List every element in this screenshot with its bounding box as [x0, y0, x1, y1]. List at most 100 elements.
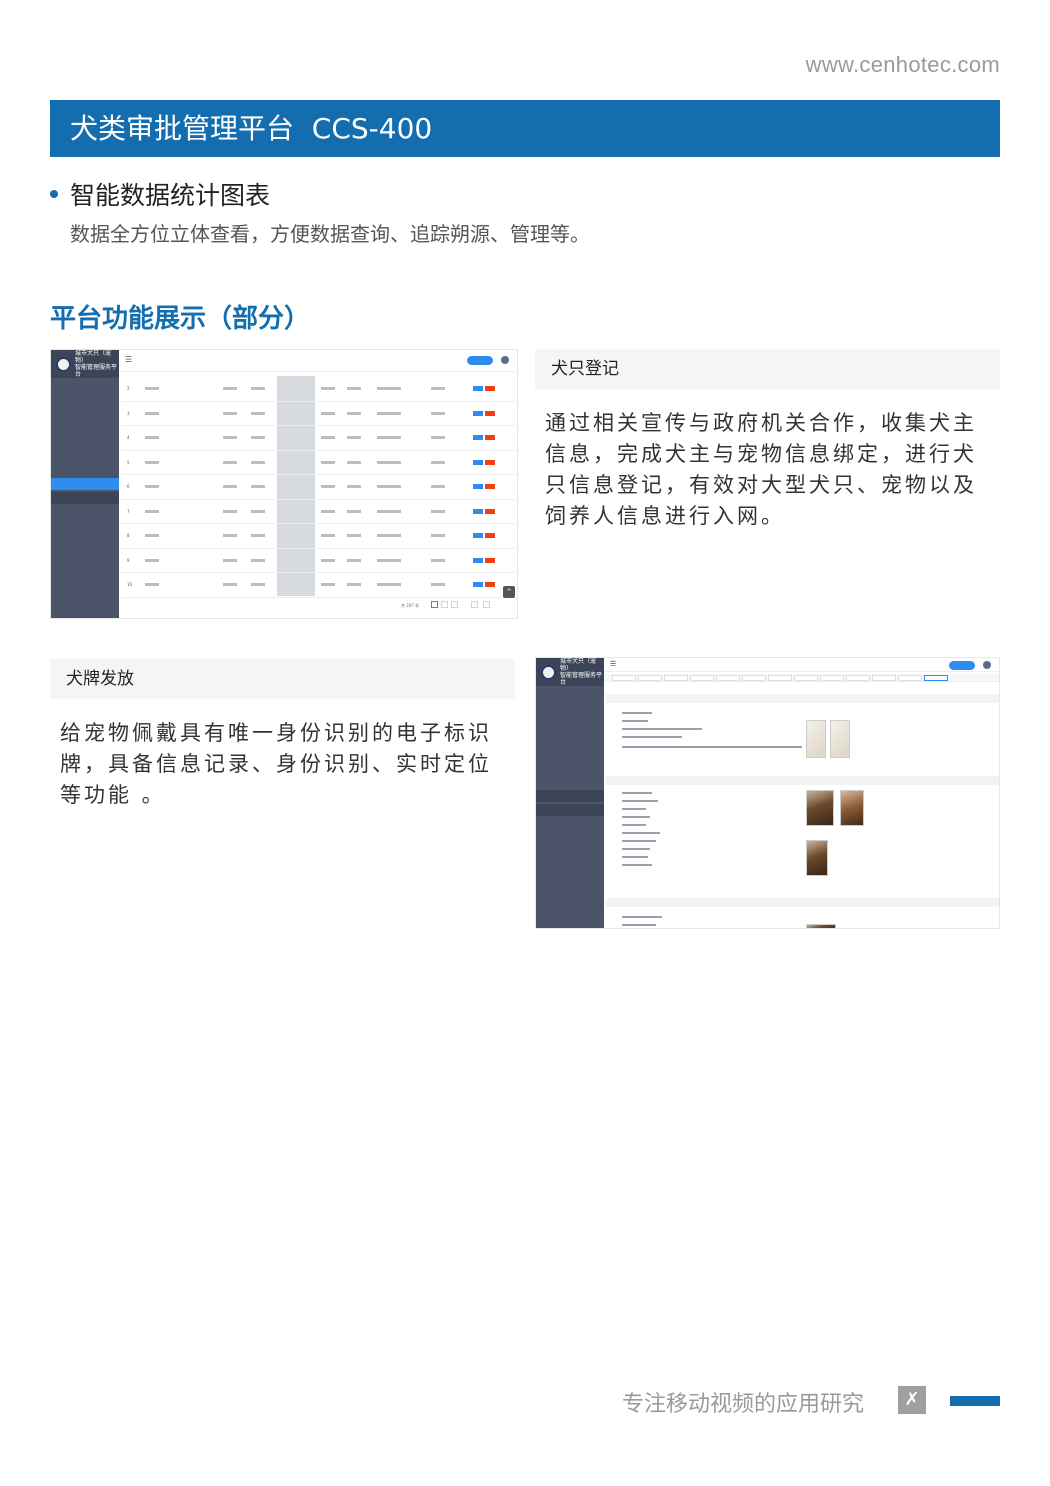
text-tag-issue: 给宠物佩戴具有唯一身份识别的电子标识牌，具备信息记录、身份识别、实时定位等功能 … [60, 721, 492, 807]
row-view-button[interactable] [473, 410, 483, 416]
sidebar-item[interactable] [536, 688, 604, 700]
logo-line-1: 城市犬只（宠物） [560, 658, 597, 672]
tab[interactable] [742, 675, 766, 681]
row-delete-button[interactable] [485, 582, 495, 587]
table-cell [145, 583, 159, 586]
table-cell [347, 558, 361, 562]
tab[interactable] [638, 675, 662, 681]
tab[interactable] [768, 675, 792, 681]
table-cell [223, 485, 237, 488]
sidebar-item[interactable] [536, 790, 604, 802]
sidebar-item[interactable] [536, 744, 604, 756]
sidebar-item[interactable] [51, 450, 119, 462]
table-cell [377, 534, 401, 537]
table-cell [145, 411, 159, 415]
screenshot-dog-detail: 城市犬只（宠物） 智能管理服务平台 ☰ [535, 657, 1000, 929]
caption-registration: 犬只登记 [535, 349, 1000, 389]
tab[interactable] [872, 675, 896, 681]
table-row-divider [121, 474, 517, 475]
sidebar-item[interactable] [51, 380, 119, 392]
tab[interactable] [820, 675, 844, 681]
row-delete-button[interactable] [485, 557, 495, 563]
pager-page[interactable] [471, 601, 478, 608]
row-delete-button[interactable] [485, 410, 495, 416]
sidebar-item[interactable] [536, 804, 604, 816]
table-cell [251, 411, 265, 415]
table-cell [431, 436, 445, 439]
tab[interactable] [898, 675, 922, 681]
top-action-button[interactable] [467, 356, 493, 365]
table-cell [223, 558, 237, 562]
sidebar-item[interactable] [51, 394, 119, 406]
top-action-button[interactable] [949, 661, 975, 670]
bullet-dot-icon [50, 190, 58, 198]
table-row-divider [121, 596, 517, 598]
table-cell [377, 436, 401, 439]
sidebar-item[interactable] [51, 408, 119, 420]
tab-current[interactable] [924, 675, 948, 681]
sidebar-item[interactable] [536, 772, 604, 784]
table-cell [145, 460, 159, 464]
pager-total: 共 287 条 [401, 603, 420, 608]
row-delete-button[interactable] [485, 508, 495, 514]
sidebar-item[interactable] [536, 730, 604, 742]
footer-accent-bar [950, 1396, 1000, 1406]
row-view-button[interactable] [473, 484, 483, 489]
pager-page[interactable] [451, 601, 458, 608]
tab[interactable] [690, 675, 714, 681]
avatar[interactable] [501, 356, 509, 364]
table-cell [145, 534, 159, 537]
row-view-button[interactable] [473, 508, 483, 514]
row-view-button[interactable] [473, 533, 483, 538]
table-cell [223, 411, 237, 415]
table-cell [251, 534, 265, 537]
avatar[interactable] [983, 661, 991, 669]
sidebar-item[interactable] [536, 820, 604, 832]
table-cell [377, 583, 401, 586]
table-row-divider [121, 498, 517, 500]
sidebar-item[interactable] [536, 758, 604, 770]
menu-icon[interactable]: ☰ [125, 355, 132, 364]
table-row-divider [121, 572, 517, 573]
menu-icon[interactable]: ☰ [610, 660, 616, 668]
back-to-top-icon[interactable]: ^ [503, 586, 515, 598]
row-view-button[interactable] [473, 582, 483, 587]
row-delete-button[interactable] [485, 533, 495, 538]
row-delete-button[interactable] [485, 435, 495, 440]
sidebar-logo: 城市犬只（宠物） 智能管理服务平台 [536, 658, 604, 686]
row-delete-button[interactable] [485, 459, 495, 465]
tab[interactable] [612, 675, 636, 681]
sidebar-item[interactable] [51, 492, 119, 504]
sidebar-item[interactable] [51, 464, 119, 476]
field-line [622, 824, 646, 826]
logo-line-2: 智能管理服务平台 [75, 364, 118, 378]
sidebar-item[interactable] [51, 506, 119, 518]
pager-page[interactable] [431, 601, 438, 608]
tab-strip [604, 674, 999, 682]
tab[interactable] [664, 675, 688, 681]
row-view-button[interactable] [473, 386, 483, 391]
row-view-button[interactable] [473, 459, 483, 465]
table-cell [251, 583, 265, 586]
field-line [622, 728, 702, 730]
tab[interactable] [716, 675, 740, 681]
row-view-button[interactable] [473, 557, 483, 563]
sidebar-item[interactable] [51, 436, 119, 448]
pager-page[interactable] [441, 601, 448, 608]
tab[interactable] [794, 675, 818, 681]
table-cell [145, 558, 159, 562]
sidebar-item[interactable] [536, 716, 604, 728]
table-cell [431, 583, 445, 586]
row-view-button[interactable] [473, 435, 483, 440]
sidebar-item[interactable] [536, 702, 604, 714]
table-cell [431, 558, 445, 562]
sidebar-item-active[interactable] [51, 478, 119, 490]
site-url[interactable]: www.cenhotec.com [806, 52, 1000, 78]
tab[interactable] [846, 675, 870, 681]
row-delete-button[interactable] [485, 484, 495, 489]
row-delete-button[interactable] [485, 386, 495, 391]
sidebar-item[interactable] [51, 422, 119, 434]
feature-description: 数据全方位立体查看，方便数据查询、追踪朔源、管理等。 [70, 222, 590, 246]
pager-next[interactable] [483, 601, 490, 608]
table-cell [321, 485, 335, 488]
